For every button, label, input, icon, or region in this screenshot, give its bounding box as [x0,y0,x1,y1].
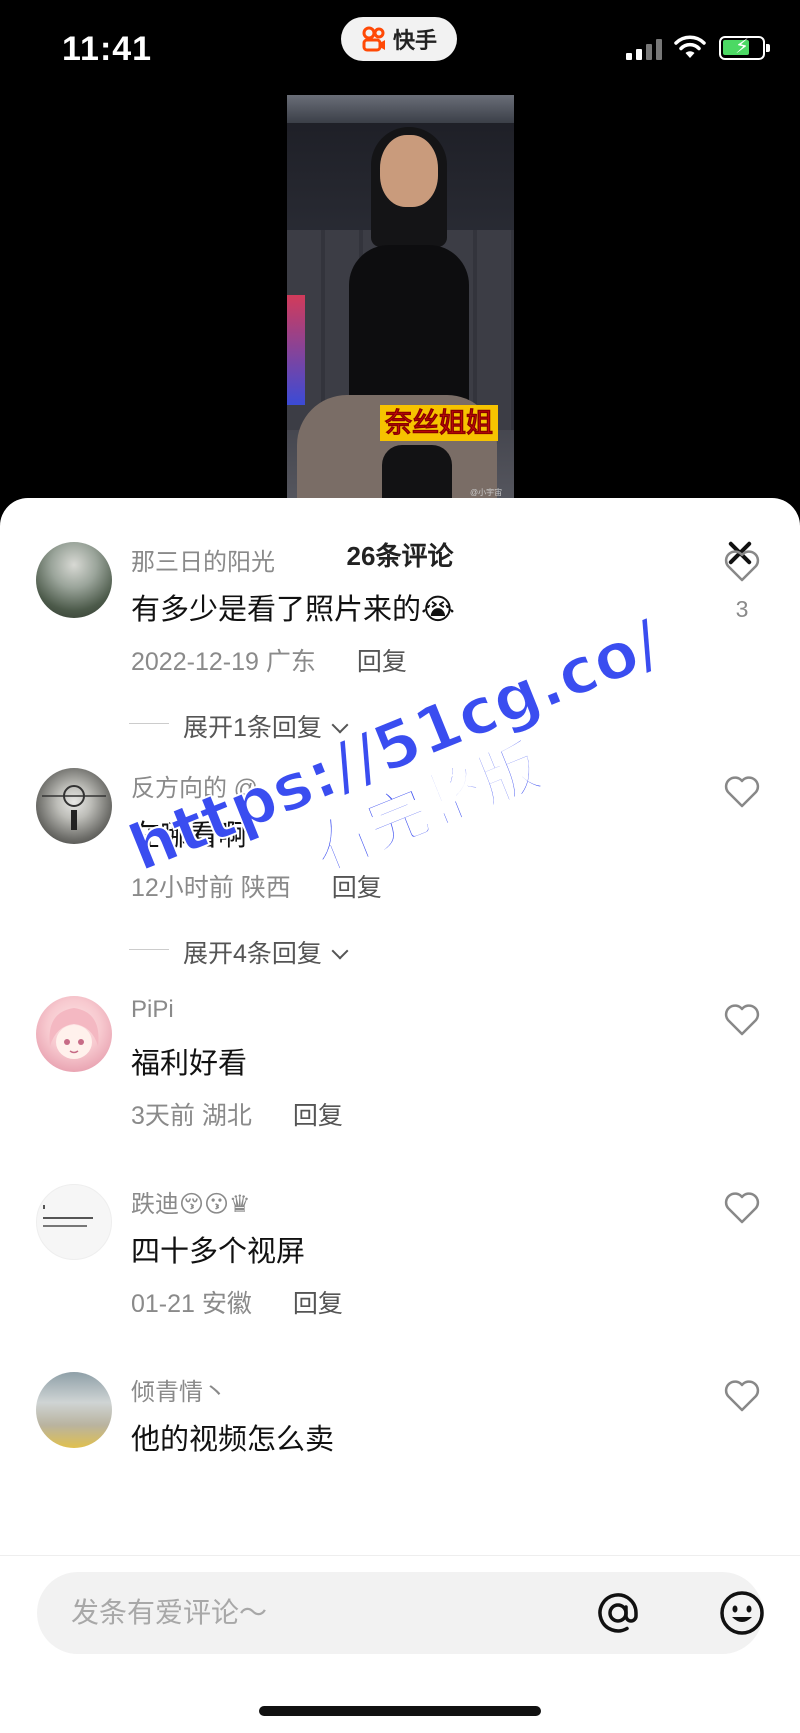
kuaishou-logo-icon [361,26,387,52]
expand-replies-label: 展开1条回复 [183,714,322,742]
reply-button[interactable]: 回复 [357,648,407,676]
comment-text: 有多少是看了照片来的😭 [131,594,455,626]
cellular-signal-icon [626,38,662,60]
video-caption: 奈丝姐姐 [380,405,498,441]
comment-meta: 2022-12-19 广东 回复 [131,642,407,678]
comment-location: 湖北 [201,1102,252,1130]
chevron-down-icon [331,716,349,734]
comment-username[interactable]: 倾青情丶 [131,1372,227,1407]
comment-username[interactable]: 那三日的阳光 [131,542,275,577]
emoji-smile-icon[interactable] [718,1589,766,1637]
comments-header: 26条评论 [0,498,800,571]
heart-icon[interactable] [724,776,760,808]
chevron-down-icon [331,942,349,960]
clock: 11:41 [62,30,153,68]
reply-button[interactable]: 回复 [293,1102,343,1130]
comment-text: 四十多个视屏 [131,1236,306,1268]
home-indicator[interactable] [259,1706,541,1716]
comment-date: 3天前 [131,1102,195,1130]
expand-replies-label: 展开4条回复 [183,940,322,968]
comment-meta: 3天前 湖北 回复 [131,1096,343,1132]
comment-date: 12小时前 [131,874,234,902]
avatar[interactable] [36,542,112,618]
comment-date: 01-21 [131,1290,195,1318]
avatar[interactable] [36,768,112,844]
comment-location: 安徽 [201,1290,252,1318]
video-preview[interactable]: 奈丝姐姐 @小宇宙_Nice [287,95,514,500]
comment-meta: 01-21 安徽 回复 [131,1284,343,1320]
status-bar: 11:41 快手 ⚡ [0,0,800,100]
expand-replies-button[interactable]: 展开1条回复 [129,708,349,744]
heart-icon[interactable] [724,1192,760,1224]
comments-sheet: 26条评论 那三日的阳光 有多少是看了照片来的😭 2022-12-19 广东 回… [0,498,800,1733]
expand-replies-button[interactable]: 展开4条回复 [129,934,349,970]
comment-username[interactable]: 反方向的 @ [131,768,258,803]
avatar[interactable] [36,1184,112,1260]
comment-input-bar [0,1555,800,1733]
avatar[interactable] [36,1372,112,1448]
reply-button[interactable]: 回复 [293,1290,343,1318]
video-person-face [380,135,438,207]
app-name: 快手 [392,28,437,53]
reply-button[interactable]: 回复 [332,874,382,902]
comment-text: 福利好看 [131,1048,248,1080]
like-count: 3 [735,596,749,622]
comment-meta: 12小时前 陕西 回复 [131,868,382,904]
wifi-icon [674,34,706,65]
text-note-icon [43,1205,93,1227]
heart-icon[interactable] [724,550,760,582]
heart-icon[interactable] [724,1004,760,1036]
video-scene-side [287,295,305,405]
comment-input[interactable] [71,1572,591,1654]
comment-username[interactable]: 跌迪😚😗♛ [131,1184,251,1219]
comment-text: 他的视频怎么卖 [131,1424,335,1456]
mention-at-icon[interactable] [594,1589,642,1637]
video-person-shorts [382,445,452,500]
anime-girl-icon [49,1008,99,1059]
avatar-figure-icon [42,785,106,830]
app-indicator-pill[interactable]: 快手 [341,17,457,61]
comment-location: 广东 [265,648,316,676]
comment-username[interactable]: PiPi [131,996,174,1024]
video-scene-roof [287,95,514,123]
comment-location: 陕西 [240,874,291,902]
comment-input-container [37,1572,766,1654]
avatar[interactable] [36,996,112,1072]
comments-count-title: 26条评论 [346,541,454,571]
comment-text: 在哪看啊 [131,820,248,852]
comment-date: 2022-12-19 [131,648,259,676]
battery-charging-icon: ⚡ [719,36,770,60]
heart-icon[interactable] [724,1380,760,1412]
